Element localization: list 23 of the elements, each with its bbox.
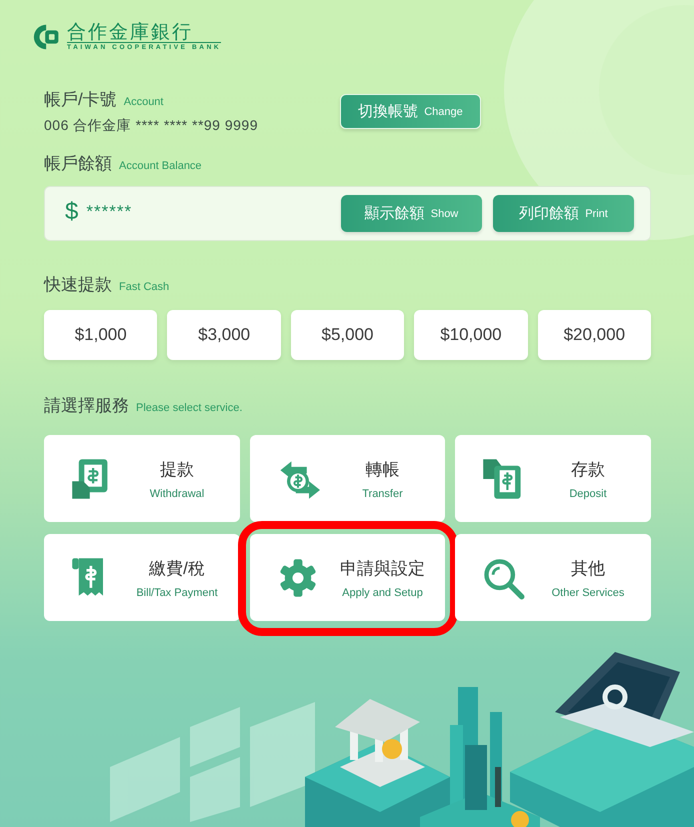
service-tile[interactable]: 存款 Deposit	[455, 435, 651, 522]
service-tile[interactable]: 其他 Other Services	[455, 534, 651, 621]
section-title: 快速提款	[44, 274, 112, 296]
masked-balance: ******	[86, 202, 132, 222]
amount-button[interactable]: $5,000	[290, 310, 404, 360]
section-subtitle: Please select service.	[136, 402, 242, 414]
amount-button[interactable]: $10,000	[414, 310, 528, 360]
service-tile[interactable]: 轉帳 Transfer	[250, 435, 445, 522]
section-title: 帳戶餘額	[44, 153, 112, 175]
service-tile[interactable]: 申請與設定 Apply and Setup	[250, 534, 445, 621]
amount-button[interactable]: $3,000	[167, 310, 281, 360]
section-title: 請選擇服務	[44, 395, 129, 417]
section-title: 帳戶/卡號	[44, 89, 117, 111]
account-number: 006 合作金庫 **** **** **99 9999	[44, 117, 258, 135]
section-subtitle: Account	[124, 96, 164, 108]
section-subtitle: Fast Cash	[119, 281, 170, 293]
amount-button[interactable]: $1,000	[44, 310, 158, 360]
service-tile[interactable]: 提款 Withdrawal	[44, 435, 240, 522]
service-tile[interactable]: 繳費/稅 Bill/Tax Payment	[44, 534, 240, 621]
amount-button[interactable]: $20,000	[538, 310, 652, 360]
currency-sign: $	[65, 198, 78, 226]
bank-name: 合作金庫銀行	[67, 22, 222, 43]
section-subtitle: Account Balance	[119, 160, 202, 172]
